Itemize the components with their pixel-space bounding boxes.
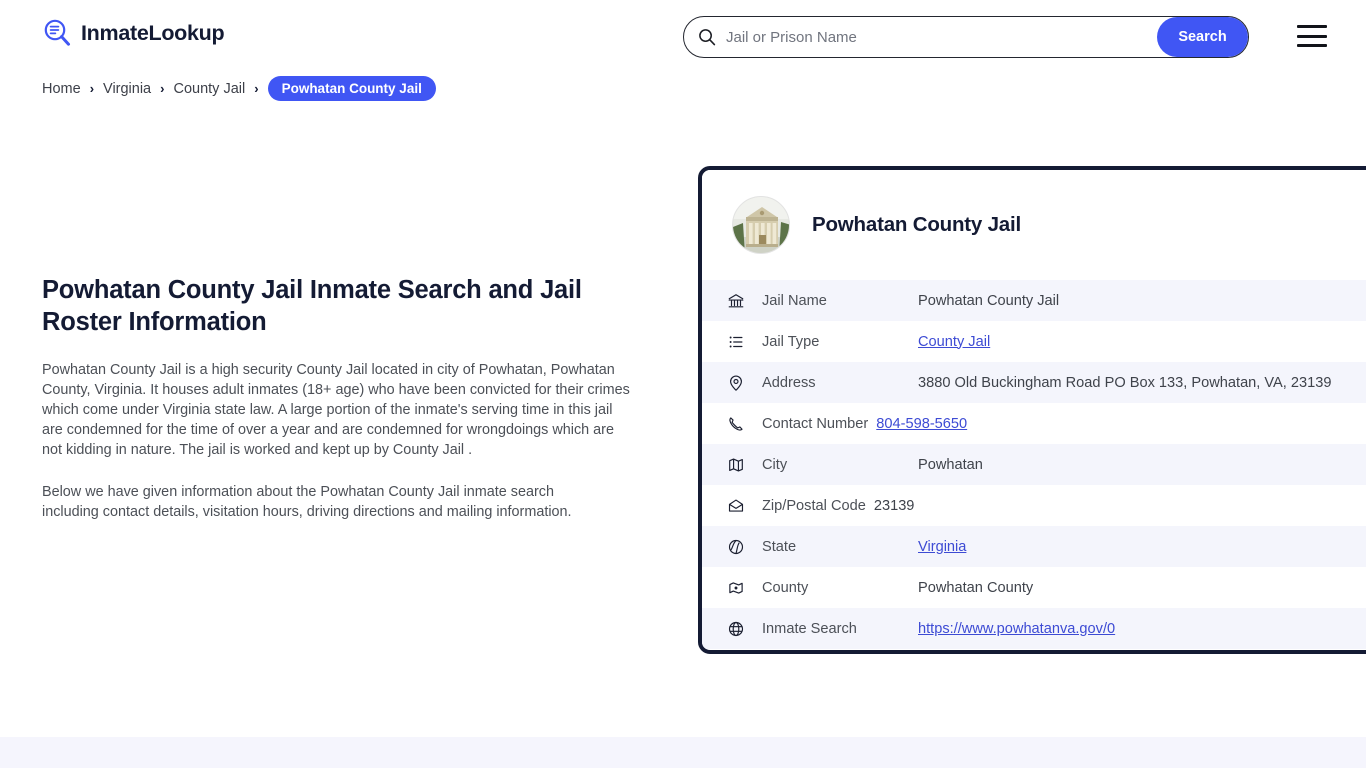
envelope-icon	[726, 496, 746, 516]
hamburger-bar	[1297, 34, 1327, 38]
row-label: State	[762, 538, 797, 555]
hamburger-bar	[1297, 44, 1327, 47]
secondary-paragraph: Below we have given information about th…	[42, 484, 572, 521]
region-icon	[726, 578, 746, 598]
brand-name: InmateLookup	[81, 20, 225, 45]
list-icon	[726, 332, 746, 352]
map-icon	[726, 455, 746, 475]
breadcrumb-item-home[interactable]: Home	[42, 81, 81, 97]
search-button[interactable]: Search	[1157, 17, 1248, 57]
magnifier-list-icon	[42, 18, 72, 48]
jail-info-card: Powhatan County Jail Jail Name Powhatan …	[698, 166, 1366, 654]
intro-paragraph: Powhatan County Jail is a high security …	[42, 362, 630, 459]
row-value: Powhatan	[918, 456, 983, 473]
row-label: Jail Name	[762, 292, 827, 309]
globe-icon	[726, 619, 746, 639]
row-label: Jail Type	[762, 333, 820, 350]
hamburger-bar	[1297, 25, 1327, 28]
breadcrumb-current: Powhatan County Jail	[267, 76, 436, 101]
row-label: Address	[762, 374, 816, 391]
breadcrumb-item-county-jail[interactable]: County Jail	[173, 81, 245, 97]
row-label: City	[762, 456, 788, 473]
row-value: 23139	[873, 497, 915, 514]
hamburger-menu-icon[interactable]	[1297, 25, 1327, 47]
brand-logo[interactable]: InmateLookup	[42, 18, 225, 48]
row-value: Powhatan County	[918, 579, 1034, 596]
page-title: Powhatan County Jail Inmate Search and J…	[42, 276, 582, 337]
row-label: Inmate Search	[762, 620, 857, 637]
site-header: InmateLookup Search	[0, 0, 1366, 74]
main-content: Powhatan County Jail Inmate Search and J…	[42, 274, 642, 522]
breadcrumb-item-virginia[interactable]: Virginia	[103, 81, 151, 97]
row-value-link[interactable]: County Jail	[918, 334, 990, 350]
row-value: 3880 Old Buckingham Road PO Box 133, Pow…	[918, 374, 1332, 391]
table-row: State Virginia	[702, 526, 1366, 567]
row-value-link[interactable]: Virginia	[918, 539, 966, 555]
row-label: Contact Number	[762, 415, 869, 432]
card-header: Powhatan County Jail	[702, 170, 1366, 280]
table-row: City Powhatan	[702, 444, 1366, 485]
card-title: Powhatan County Jail	[812, 213, 1021, 236]
table-row: Zip/Postal Code 23139	[702, 485, 1366, 526]
map-pin-icon	[726, 373, 746, 393]
footer-band	[0, 737, 1366, 768]
table-row: Contact Number 804-598-5650	[702, 403, 1366, 444]
table-row: County Powhatan County	[702, 567, 1366, 608]
bank-icon	[726, 291, 746, 311]
chevron-right-icon: ›	[89, 81, 95, 96]
search-icon	[698, 28, 716, 46]
chevron-right-icon: ›	[160, 81, 165, 96]
row-value-link[interactable]: https://www.powhatanva.gov/0	[918, 621, 1115, 637]
courthouse-photo	[732, 196, 790, 254]
row-value: Powhatan County Jail	[918, 292, 1060, 309]
phone-icon	[726, 414, 746, 434]
row-label: County	[762, 579, 809, 596]
table-row: Address 3880 Old Buckingham Road PO Box …	[702, 362, 1366, 403]
table-row: Jail Type County Jail	[702, 321, 1366, 362]
table-row: Jail Name Powhatan County Jail	[702, 280, 1366, 321]
compass-icon	[726, 537, 746, 557]
search-input[interactable]	[716, 17, 1157, 57]
row-label: Zip/Postal Code	[762, 497, 866, 514]
table-row: Inmate Search https://www.powhatanva.gov…	[702, 608, 1366, 649]
row-value-link[interactable]: 804-598-5650	[876, 416, 967, 432]
chevron-right-icon: ›	[254, 81, 259, 96]
breadcrumb: Home › Virginia › County Jail › Powhatan…	[42, 76, 436, 101]
search-bar[interactable]: Search	[683, 16, 1249, 58]
